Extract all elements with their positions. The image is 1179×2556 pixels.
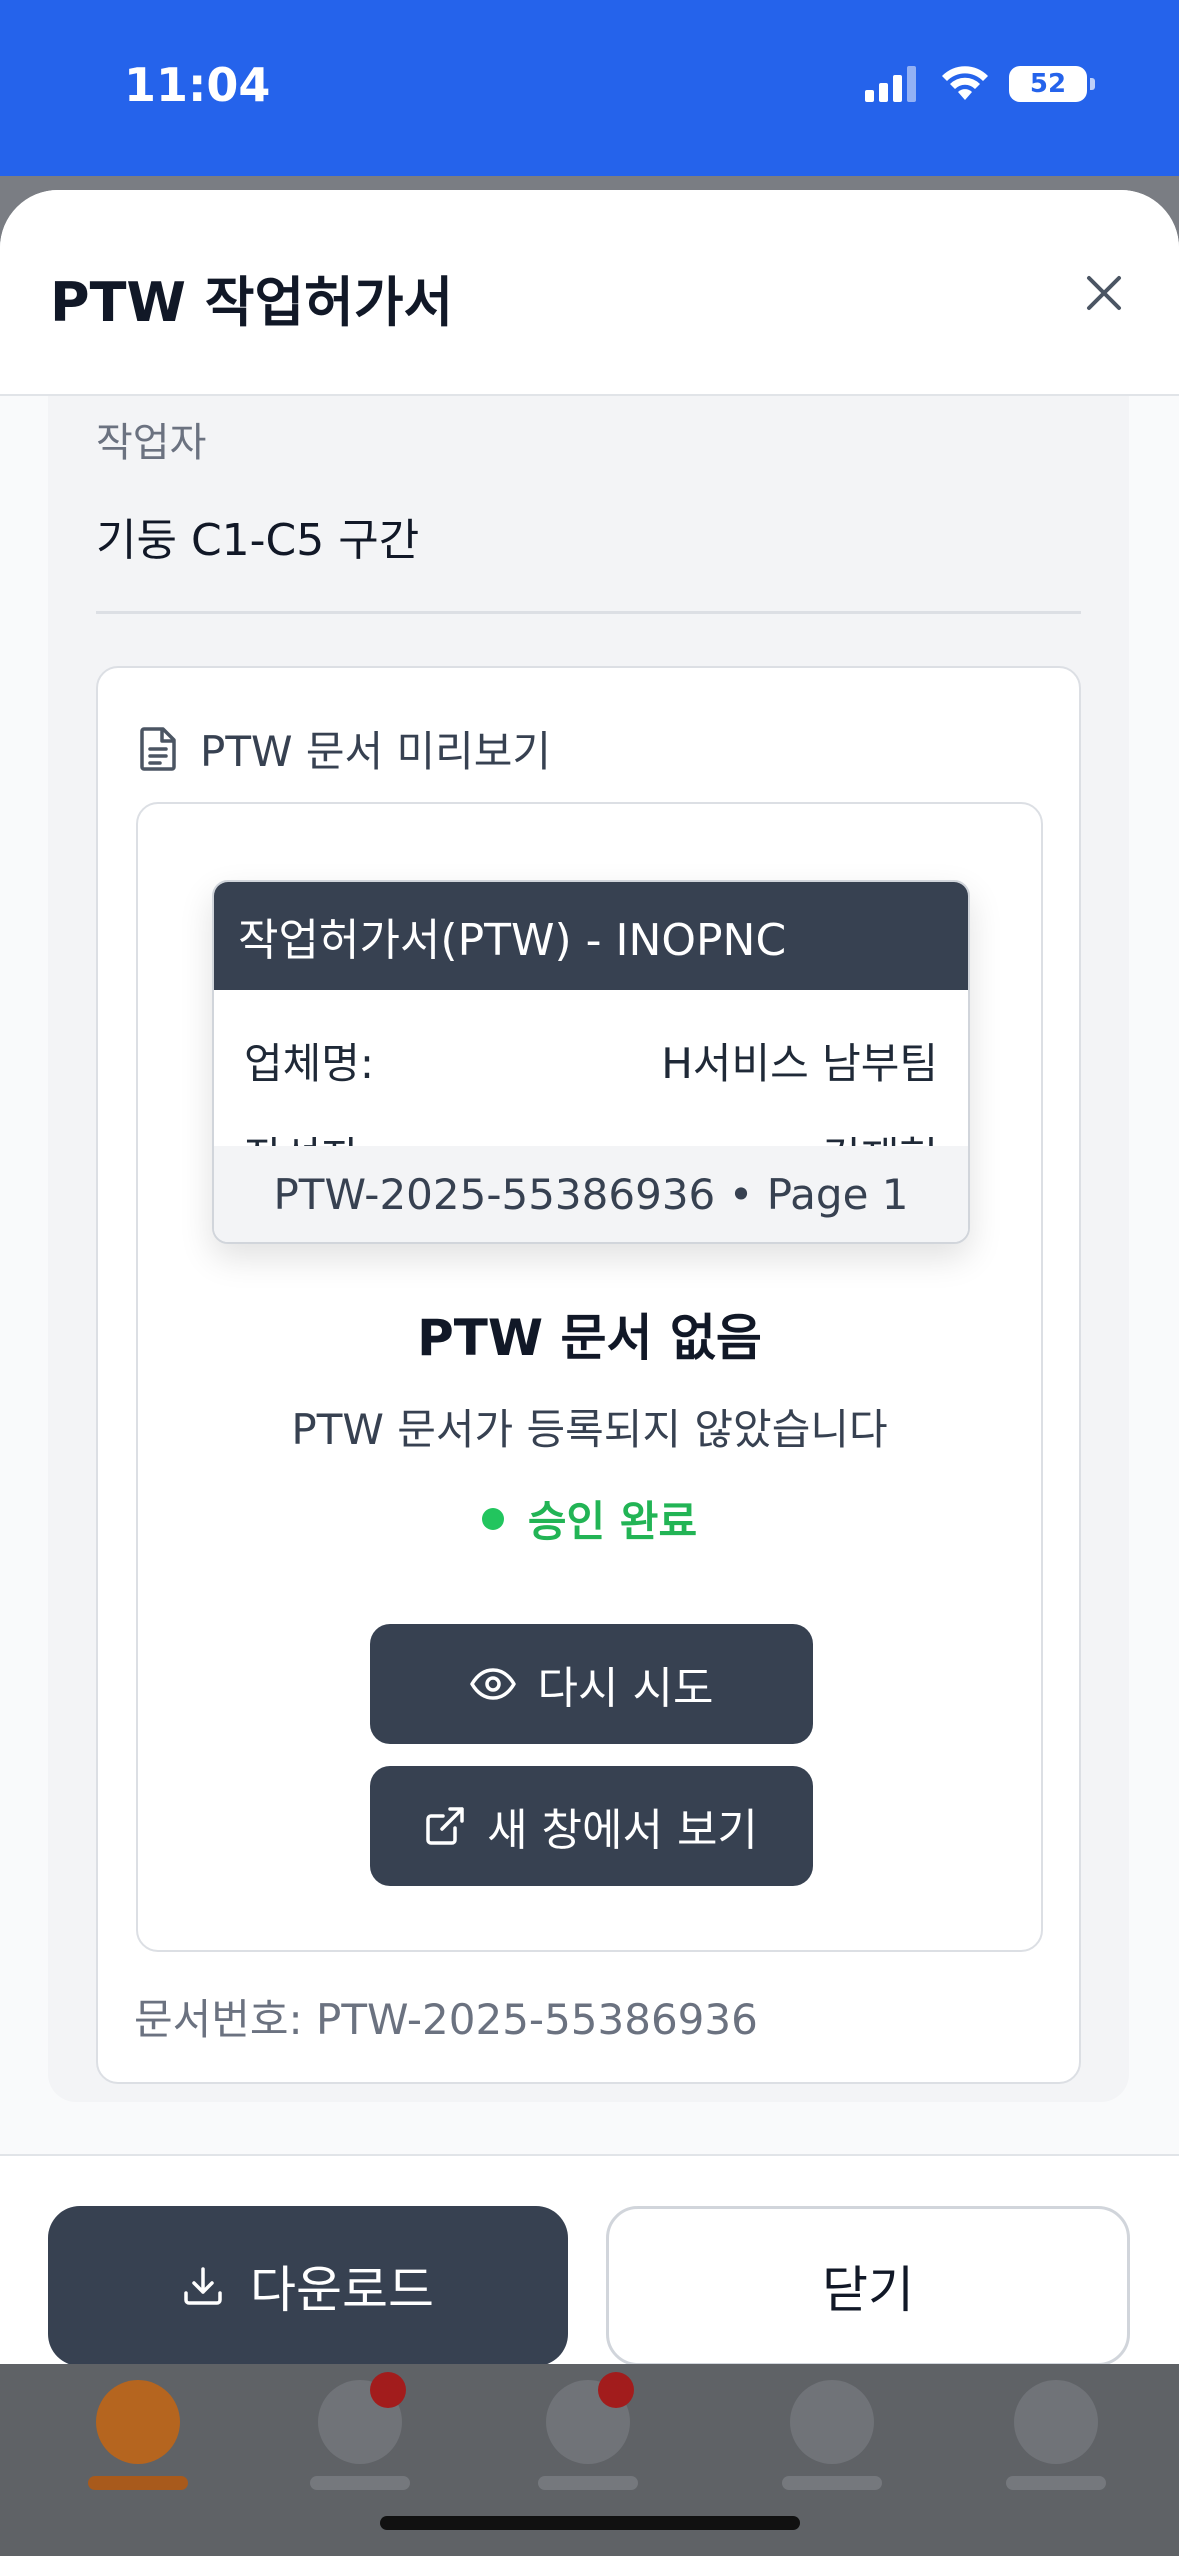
retry-button[interactable]: 다시 시도 [370, 1624, 813, 1744]
open-new-window-button[interactable]: 새 창에서 보기 [370, 1766, 813, 1886]
row-value: H서비스 남부팀 [661, 1039, 938, 1088]
document-thumbnail[interactable]: 작업허가서(PTW) - INOPNC 업체명: H서비스 남부팀 작성자: 김… [212, 880, 970, 1244]
status-text: 승인 완료 [527, 1497, 698, 1546]
worker-value: 기둥 C1-C5 구간 [96, 515, 420, 566]
nav-label [310, 2476, 410, 2490]
notification-dot [370, 2372, 406, 2408]
preview-heading-text: PTW 문서 미리보기 [200, 727, 552, 776]
signal-icon [865, 66, 916, 102]
modal-title: PTW 작업허가서 [50, 271, 454, 334]
home-indicator [380, 2516, 800, 2530]
close-button[interactable] [1079, 268, 1129, 318]
status-time: 11:04 [124, 58, 271, 112]
ptw-modal: PTW 작업허가서 작업자 기둥 C1-C5 구간 PTW 문서 미리보기 작업… [0, 190, 1179, 2364]
status-dot [481, 1507, 504, 1530]
status-bar: 11:04 52 [0, 0, 1179, 176]
globe-icon [790, 2380, 874, 2464]
status-icons: 52 [865, 66, 1095, 102]
document-header: 작업허가서(PTW) - INOPNC [214, 882, 968, 990]
nav-item-3[interactable] [508, 2372, 668, 2492]
nav-label [538, 2476, 638, 2490]
worker-label: 작업자 [96, 420, 207, 466]
document-row: 업체명: H서비스 남부팀 [244, 1030, 938, 1091]
nav-label [88, 2476, 188, 2490]
battery-icon: 52 [1009, 66, 1095, 102]
ptw-info-card: 작업자 기둥 C1-C5 구간 PTW 문서 미리보기 작업허가서(PTW) -… [48, 396, 1129, 2102]
open-button-label: 새 창에서 보기 [487, 1805, 758, 1856]
document-number: 문서번호: PTW-2025-55386936 [134, 1995, 758, 2044]
nav-item-home[interactable] [58, 2372, 218, 2492]
download-icon [184, 2267, 222, 2305]
download-button[interactable]: 다운로드 [48, 2206, 568, 2364]
close-modal-button[interactable]: 닫기 [606, 2206, 1130, 2364]
retry-button-label: 다시 시도 [537, 1663, 714, 1714]
empty-state-title: PTW 문서 없음 [417, 1309, 762, 1367]
preview-frame: 작업허가서(PTW) - INOPNC 업체명: H서비스 남부팀 작성자: 김… [136, 802, 1043, 1952]
row-label: 업체명: [244, 1039, 375, 1088]
folder-icon [1014, 2380, 1098, 2464]
document-preview: PTW 문서 미리보기 작업허가서(PTW) - INOPNC 업체명: H서비… [96, 666, 1081, 2084]
empty-state-subtitle: PTW 문서가 등록되지 않았습니다 [291, 1405, 888, 1454]
divider [96, 611, 1081, 614]
modal-body[interactable]: 작업자 기둥 C1-C5 구간 PTW 문서 미리보기 작업허가서(PTW) -… [0, 396, 1179, 2344]
close-icon [1087, 276, 1121, 310]
document-icon [140, 726, 176, 771]
nav-item-4[interactable] [752, 2372, 912, 2492]
nav-item-5[interactable] [976, 2372, 1136, 2492]
notification-dot [598, 2372, 634, 2408]
eye-icon [469, 1668, 516, 1700]
nav-item-2[interactable] [280, 2372, 440, 2492]
modal-footer: 다운로드 닫기 [0, 2154, 1179, 2364]
external-link-icon [426, 1807, 464, 1845]
document-footer: PTW-2025-55386936 • Page 1 [214, 1146, 968, 1242]
preview-heading: PTW 문서 미리보기 [138, 718, 551, 779]
nav-label [782, 2476, 882, 2490]
download-button-label: 다운로드 [250, 2261, 434, 2319]
calendar-icon [318, 2372, 406, 2464]
status-badge: 승인 완료 [138, 1488, 1041, 1549]
modal-header: PTW 작업허가서 [0, 190, 1179, 396]
home-icon [96, 2380, 180, 2464]
document-nav-icon [546, 2372, 634, 2464]
nav-label [1006, 2476, 1106, 2490]
wifi-icon [942, 66, 988, 100]
